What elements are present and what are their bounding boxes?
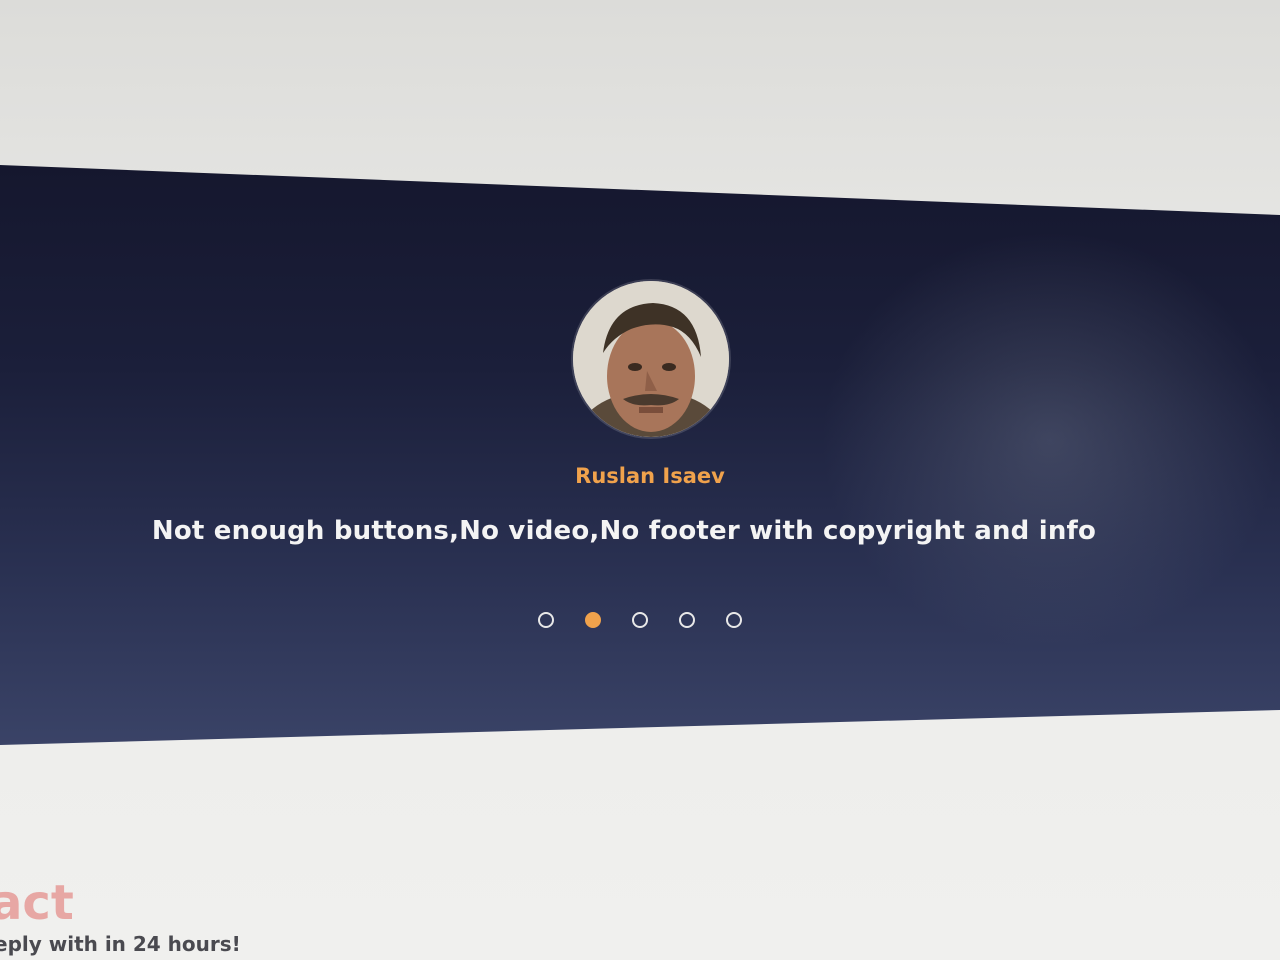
carousel-dot-1[interactable]	[538, 612, 554, 628]
carousel-dot-2-active[interactable]	[585, 612, 601, 628]
carousel-dot-4[interactable]	[679, 612, 695, 628]
carousel-dot-5[interactable]	[726, 612, 742, 628]
carousel-dot-3[interactable]	[632, 612, 648, 628]
screen-glare	[820, 230, 1280, 650]
carousel-pagination	[538, 612, 742, 628]
testimonial-author-name: Ruslan Isaev	[575, 464, 725, 488]
contact-heading: act	[0, 875, 74, 931]
page: Ruslan Isaev Not enough buttons,No video…	[0, 0, 1280, 960]
contact-subheading: eply with in 24 hours!	[0, 932, 241, 956]
avatar-portrait-icon	[573, 281, 729, 437]
author-avatar	[573, 281, 729, 437]
testimonial-quote: Not enough buttons,No video,No footer wi…	[151, 516, 1097, 546]
top-blank-section	[0, 0, 1280, 170]
